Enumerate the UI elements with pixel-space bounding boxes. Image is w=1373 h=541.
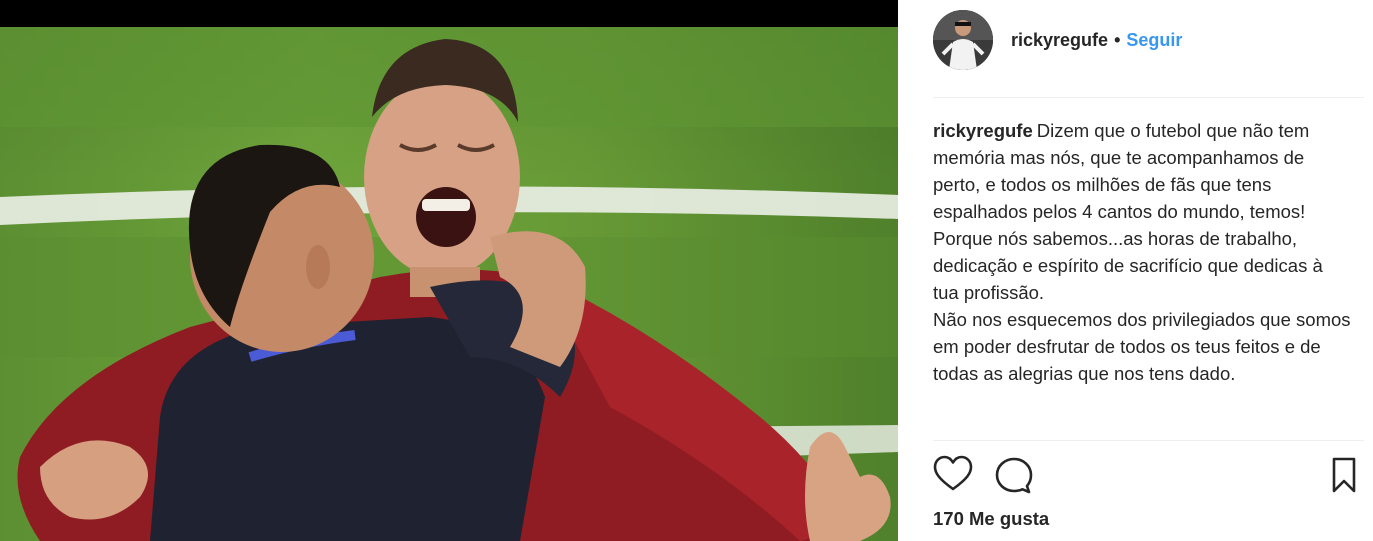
comment-icon xyxy=(995,457,1033,494)
like-button[interactable] xyxy=(933,455,973,495)
bookmark-icon xyxy=(1332,457,1356,493)
caption-text: Dizem que o futebol que não tem memória … xyxy=(933,120,1351,384)
header-divider xyxy=(933,97,1364,98)
comment-button[interactable] xyxy=(993,455,1033,495)
post-sidebar: rickyregufe • Seguir rickyregufe Dizem qu… xyxy=(898,0,1373,541)
post-photo[interactable] xyxy=(0,27,898,541)
save-button[interactable] xyxy=(1324,455,1364,495)
photo-panel xyxy=(0,0,898,541)
header-separator: • xyxy=(1114,29,1121,50)
post-caption: rickyregufe Dizem que o futebol que não t… xyxy=(933,117,1353,440)
instagram-post-page: rickyregufe • Seguir rickyregufe Dizem qu… xyxy=(0,0,1373,541)
avatar[interactable] xyxy=(933,10,993,70)
avatar-image xyxy=(933,10,993,70)
heart-icon xyxy=(933,455,973,491)
header-text: rickyregufe • Seguir xyxy=(1011,30,1182,51)
photo-illustration xyxy=(0,27,898,541)
actions-divider xyxy=(933,440,1364,441)
follow-button[interactable]: Seguir xyxy=(1126,30,1182,51)
likes-count[interactable]: 170 Me gusta xyxy=(933,508,1049,530)
header-username[interactable]: rickyregufe xyxy=(1011,30,1108,51)
post-header: rickyregufe • Seguir xyxy=(933,10,1182,70)
caption-username[interactable]: rickyregufe xyxy=(933,120,1033,141)
action-bar xyxy=(933,455,1364,495)
